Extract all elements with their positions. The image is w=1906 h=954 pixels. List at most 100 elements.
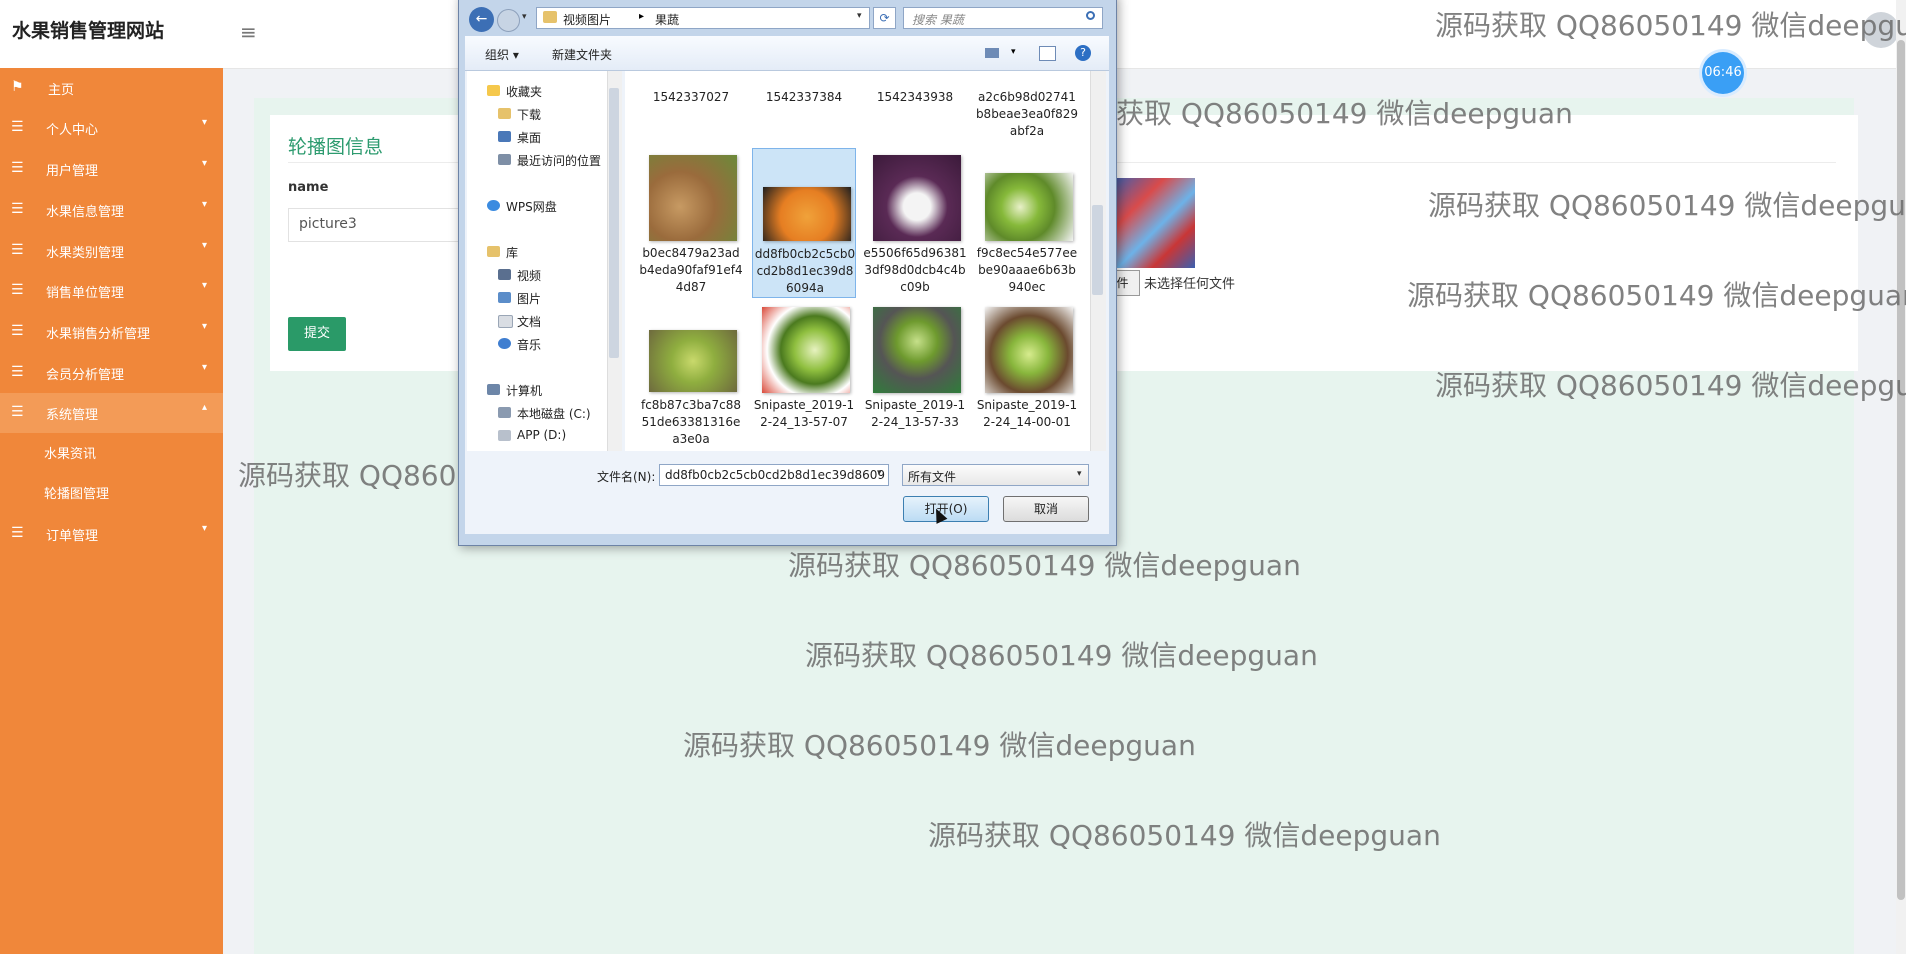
file-name: Snipaste_2019-12-24_13-57-33: [864, 398, 966, 429]
file-item[interactable]: 1542337027: [639, 71, 743, 133]
menu-toggle-icon[interactable]: ≡: [240, 20, 257, 44]
address-bar[interactable]: 视频图片 ▸ 果蔬 ▾: [536, 7, 870, 29]
sidebar-subitem-fruit-news[interactable]: 水果资讯: [0, 434, 223, 470]
download-folder-icon: [498, 108, 511, 119]
file-item[interactable]: e5506f65d963813df98d0dcb4c4bc09b: [863, 148, 967, 298]
tree-label: 视频: [517, 269, 542, 283]
file-item[interactable]: 1542343938: [863, 71, 967, 133]
site-title: 水果销售管理网站: [12, 20, 165, 42]
back-arrow-icon[interactable]: ←: [469, 7, 494, 32]
file-item[interactable]: fc8b87c3ba7c8851de63381316ea3e0a: [639, 300, 743, 450]
chevron-down-icon[interactable]: ▾: [1011, 47, 1016, 57]
file-item[interactable]: Snipaste_2019-12-24_13-57-33: [863, 300, 967, 450]
cancel-button[interactable]: 取消: [1003, 496, 1089, 522]
file-item[interactable]: Snipaste_2019-12-24_13-57-07: [752, 300, 856, 450]
chevron-down-icon[interactable]: ▾: [857, 11, 862, 21]
page-scrollbar-thumb[interactable]: [1897, 40, 1905, 900]
sidebar-item-label: 订单管理: [46, 529, 99, 544]
file-list-scrollbar-thumb[interactable]: [1092, 205, 1103, 295]
carousel-image-preview: [1113, 178, 1195, 268]
drive-icon: [498, 407, 511, 418]
star-icon: [487, 85, 500, 96]
chevron-up-icon: ▴: [202, 402, 208, 413]
sidebar-item-label: 销售单位管理: [46, 286, 125, 301]
file-item[interactable]: f9c8ec54e577eebe90aaae6b63b940ec: [975, 148, 1079, 298]
sidebar-item-system[interactable]: ☰ 系统管理 ▴: [0, 393, 223, 433]
filename-input[interactable]: dd8fb0cb2c5cb0cd2b8d1ec39d8609: [659, 464, 889, 486]
breadcrumb-segment[interactable]: 视频图片: [563, 11, 611, 28]
tree-label: 文档: [517, 315, 542, 329]
help-icon[interactable]: ?: [1075, 45, 1091, 61]
image-thumbnail: [763, 187, 851, 241]
tree-label: 图片: [517, 292, 542, 306]
submit-button[interactable]: 提交: [288, 317, 346, 351]
list-icon: ☰: [11, 282, 24, 298]
sidebar-subitem-carousel[interactable]: 轮播图管理: [0, 474, 223, 510]
document-icon: [498, 315, 513, 328]
picture-icon: [498, 292, 511, 303]
image-thumbnail: [873, 155, 961, 241]
file-item[interactable]: a2c6b98d02741b8beae3ea0f829abf2a: [975, 71, 1079, 146]
filetype-select[interactable]: 所有文件: [902, 464, 1089, 486]
file-name: 1542337384: [765, 90, 843, 104]
sidebar-item-users[interactable]: ☰ 用户管理 ▾: [0, 149, 223, 189]
sidebar-item-member-analysis[interactable]: ☰ 会员分析管理 ▾: [0, 353, 223, 393]
chevron-down-icon[interactable]: ▾: [877, 468, 882, 478]
file-name: 1542343938: [876, 90, 954, 104]
drive-icon: [498, 430, 511, 441]
file-item-selected[interactable]: dd8fb0cb2c5cb0cd2b8d1ec39d86094a: [752, 148, 856, 298]
sidebar-item-orders[interactable]: ☰ 订单管理 ▾: [0, 514, 223, 554]
sidebar-item-home[interactable]: ⚑ 主页: [0, 68, 223, 108]
computer-icon: [487, 384, 500, 395]
file-item[interactable]: b0ec8479a23adb4eda90faf91ef44d87: [639, 148, 743, 298]
organize-button[interactable]: 组织 ▾: [485, 46, 519, 63]
desktop-icon: [498, 131, 511, 142]
tree-label: APP (D:): [517, 428, 567, 442]
preview-pane-icon[interactable]: [1039, 46, 1056, 61]
sidebar-item-fruit-category[interactable]: ☰ 水果类别管理 ▾: [0, 231, 223, 271]
file-item[interactable]: 1542337384: [752, 71, 856, 133]
sidebar-item-sales-unit[interactable]: ☰ 销售单位管理 ▾: [0, 271, 223, 311]
file-status-text: 未选择任何文件: [1144, 277, 1236, 292]
avatar[interactable]: [1863, 12, 1899, 48]
file-name: 1542337027: [652, 90, 730, 104]
file-name: e5506f65d963813df98d0dcb4c4bc09b: [863, 246, 967, 294]
list-icon: ☰: [11, 242, 24, 258]
sidebar-item-fruit-info[interactable]: ☰ 水果信息管理 ▾: [0, 190, 223, 230]
search-input[interactable]: 搜索 果蔬: [903, 7, 1103, 29]
sidebar-item-label: 水果类别管理: [46, 246, 125, 261]
file-name: Snipaste_2019-12-24_13-57-07: [753, 398, 855, 429]
history-dropdown-icon[interactable]: ▾: [522, 12, 527, 22]
navigation-scrollbar-thumb[interactable]: [609, 88, 619, 358]
sidebar-item-label: 水果资讯: [44, 447, 97, 462]
list-icon: ☰: [11, 364, 24, 380]
chevron-down-icon[interactable]: ▾: [1077, 469, 1082, 479]
library-icon: [487, 246, 500, 257]
breadcrumb-segment[interactable]: 果蔬: [655, 11, 679, 28]
chevron-down-icon: ▾: [202, 321, 208, 332]
tree-label: WPS网盘: [506, 200, 557, 214]
sidebar-item-sales-analysis[interactable]: ☰ 水果销售分析管理 ▾: [0, 312, 223, 352]
tree-label: 计算机: [506, 384, 543, 398]
sidebar-item-label: 用户管理: [46, 164, 99, 179]
tree-label: 库: [506, 246, 519, 260]
timer-badge: 06:46: [1702, 52, 1744, 94]
refresh-icon[interactable]: ⟳: [873, 7, 896, 29]
file-name: dd8fb0cb2c5cb0cd2b8d1ec39d86094a: [754, 247, 856, 295]
sidebar-item-label: 系统管理: [46, 408, 99, 423]
image-thumbnail: [649, 155, 737, 241]
file-name: b0ec8479a23adb4eda90faf91ef44d87: [639, 246, 743, 294]
image-thumbnail: [649, 330, 737, 392]
name-label: name: [288, 180, 329, 195]
tree-label: 本地磁盘 (C:): [517, 407, 591, 421]
forward-arrow-icon[interactable]: [497, 9, 520, 32]
sidebar-item-personal-center[interactable]: ☰ 个人中心 ▾: [0, 108, 223, 148]
chevron-down-icon: ▾: [202, 240, 208, 251]
file-item[interactable]: Snipaste_2019-12-24_14-00-01: [975, 300, 1079, 450]
view-options-icon[interactable]: [985, 48, 999, 58]
sidebar-item-label: 轮播图管理: [44, 487, 110, 502]
image-thumbnail: [985, 307, 1073, 393]
new-folder-button[interactable]: 新建文件夹: [552, 46, 612, 63]
chevron-down-icon: ▾: [202, 117, 208, 128]
search-icon[interactable]: [1086, 11, 1095, 20]
